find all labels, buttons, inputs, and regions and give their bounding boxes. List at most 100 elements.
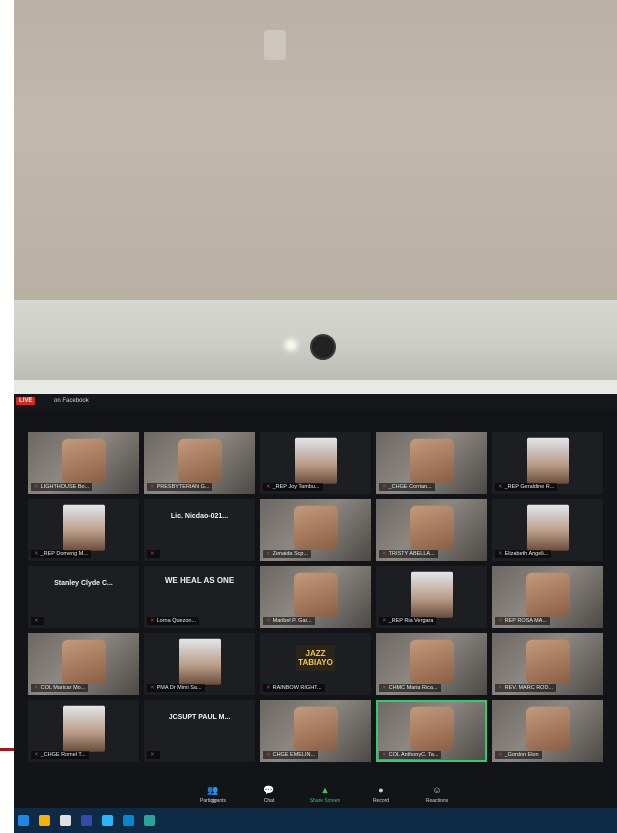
participant-video — [178, 638, 221, 685]
participant-tile[interactable]: ✕ _CHGE Corrian... — [376, 432, 487, 494]
participant-name-label: ✕ — [147, 550, 160, 558]
participant-video — [409, 505, 454, 550]
participant-video — [526, 437, 569, 484]
control-label: Record — [372, 798, 390, 804]
participant-name: _REP Domeng M... — [40, 551, 88, 557]
chat-icon: 💬 — [263, 785, 275, 795]
participant-name-label: ✕ PRESBYTERIAN G... — [147, 483, 213, 491]
participant-name: PMA Dr Mimi Sa... — [156, 685, 202, 691]
taskbar-app-icon[interactable] — [18, 815, 29, 826]
participant-name-label: ✕ CHGE EMELIN... — [263, 751, 319, 759]
windows-taskbar — [14, 808, 617, 833]
participant-name: _REP Joy Tambu... — [272, 484, 320, 490]
monitor-bezel — [14, 300, 617, 380]
taskbar-app-icon[interactable] — [60, 815, 71, 826]
participant-name-label: ✕ _REP Domeng M... — [31, 550, 91, 558]
participant-tile[interactable]: ✕ LIGHTHOUSE Bo... — [28, 432, 139, 494]
mic-muted-icon: ✕ — [382, 551, 387, 557]
participant-tile[interactable]: ✕ _REP Ria Vergara — [376, 566, 487, 628]
participant-name-label: ✕ Lorna Quezon... — [147, 617, 200, 625]
participant-tile[interactable]: WE HEAL AS ONE ✕ Lorna Quezon... — [144, 566, 255, 628]
participant-tile[interactable]: ✕ PRESBYTERIAN G... — [144, 432, 255, 494]
screen-edge — [14, 380, 617, 394]
participants-button[interactable]: 👥87 Participants — [194, 785, 232, 805]
meeting-controls: 👥87 Participants 💬 Chat ▲ Share Screen ● Record… — [194, 776, 494, 805]
mic-muted-icon: ✕ — [498, 551, 503, 557]
participant-tile[interactable]: JAZZ TABIAYO ✕ RAINBOW RIGHT... — [260, 633, 371, 695]
participant-tile[interactable]: ✕ _REP Joy Tambu... — [260, 432, 371, 494]
participant-name-label: ✕ _Gordon Elon — [495, 751, 542, 759]
participant-name-label: ✕ Elizabeth Angeli... — [495, 550, 552, 558]
participant-video — [526, 504, 569, 551]
participant-video — [293, 706, 338, 751]
participant-name: LIGHTHOUSE Bo... — [40, 484, 90, 490]
participant-tile[interactable]: ✕ Maribel P. Gar... — [260, 566, 371, 628]
participant-tile[interactable]: ✕ _REP Domeng M... — [28, 499, 139, 561]
participant-name: _REP Ria Vergara — [388, 618, 434, 624]
participant-name-label: ✕ _CHGE Corrian... — [379, 483, 435, 491]
mic-muted-icon: ✕ — [382, 484, 387, 490]
participant-video — [62, 705, 105, 752]
taskbar-app-icon[interactable] — [81, 815, 92, 826]
chat-button[interactable]: 💬 Chat — [250, 785, 288, 804]
mic-muted-icon: ✕ — [150, 685, 155, 691]
participant-tile[interactable]: ✕ CHGE EMELIN... — [260, 700, 371, 762]
participant-tile[interactable]: ✕ PMA Dr Mimi Sa... — [144, 633, 255, 695]
mic-muted-icon: ✕ — [34, 752, 39, 758]
participant-tile[interactable]: ✕ _REP Geraldine R... — [492, 432, 603, 494]
participant-name-label: ✕ COL Maricar Mo... — [31, 684, 89, 692]
taskbar-app-icon[interactable] — [123, 815, 134, 826]
participant-tile[interactable]: ✕ _CHGE Romel T... — [28, 700, 139, 762]
mic-muted-icon: ✕ — [150, 752, 155, 758]
mic-muted-icon: ✕ — [34, 618, 39, 624]
participant-tile[interactable]: ✕ COL AnthonyC. Ta... — [376, 700, 487, 762]
participant-name: RAINBOW RIGHT... — [272, 685, 322, 691]
taskbar-app-icon[interactable] — [144, 815, 155, 826]
participant-display-name: Lic. Nicdao-021... — [170, 513, 229, 520]
participant-name-label: ✕ — [31, 617, 44, 625]
participant-name-label: ✕ Maribel P. Gar... — [263, 617, 315, 625]
participant-name-label: ✕ RAINBOW RIGHT... — [263, 684, 325, 692]
participant-video — [410, 571, 453, 618]
participant-name: _CHGE Romel T... — [40, 752, 86, 758]
live-badge[interactable]: LIVE — [16, 397, 36, 405]
participant-tile[interactable]: Stanley Clyde C... ✕ — [28, 566, 139, 628]
mic-muted-icon: ✕ — [150, 551, 155, 557]
control-label: Share Screen — [309, 798, 341, 804]
participant-name-label: ✕ TRISTY ABELLA... — [379, 550, 438, 558]
mic-muted-icon: ✕ — [498, 685, 503, 691]
participant-video — [62, 504, 105, 551]
participant-tile[interactable]: ✕ COL Maricar Mo... — [28, 633, 139, 695]
participant-name: CHGE EMELIN... — [272, 752, 316, 758]
participant-tile[interactable]: ✕ Elizabeth Angeli... — [492, 499, 603, 561]
participant-video — [409, 639, 454, 684]
participant-name: CHMC Maria Rica... — [388, 685, 438, 691]
participant-tile[interactable]: ✕ REV. MARC ROD... — [492, 633, 603, 695]
mic-muted-icon: ✕ — [498, 752, 503, 758]
share-screen-button[interactable]: ▲ Share Screen — [306, 785, 344, 804]
reactions-icon: ☺ — [432, 785, 442, 795]
participant-tile[interactable]: JCSUPT PAUL M... ✕ — [144, 700, 255, 762]
taskbar-app-icon[interactable] — [102, 815, 113, 826]
reactions-button[interactable]: ☺ Reactions — [418, 785, 456, 804]
record-button[interactable]: ● Record — [362, 785, 400, 804]
participant-name: Elizabeth Angeli... — [504, 551, 549, 557]
participant-tile[interactable]: Lic. Nicdao-021... ✕ — [144, 499, 255, 561]
mic-muted-icon: ✕ — [266, 551, 271, 557]
taskbar-app-icon[interactable] — [39, 815, 50, 826]
mic-muted-icon: ✕ — [498, 484, 503, 490]
wall-mark — [264, 30, 286, 60]
control-label: Participants — [199, 798, 227, 804]
participant-name-label: ✕ COL AnthonyC. Ta... — [379, 751, 442, 759]
wall-background — [14, 0, 617, 300]
participant-tile[interactable]: ✕ TRISTY ABELLA... — [376, 499, 487, 561]
participant-display-name: JCSUPT PAUL M... — [168, 714, 231, 721]
participant-tile[interactable]: ✕ Zenaida Scp... — [260, 499, 371, 561]
participant-tile[interactable]: ✕ REP ROSA MA... — [492, 566, 603, 628]
participant-name: _REP Geraldine R... — [504, 484, 555, 490]
participant-video — [293, 572, 338, 617]
participant-tile[interactable]: ✕ CHMC Maria Rica... — [376, 633, 487, 695]
participant-tile[interactable]: ✕ _Gordon Elon — [492, 700, 603, 762]
live-status-text: on Facebook — [54, 398, 89, 404]
mic-muted-icon: ✕ — [266, 685, 271, 691]
